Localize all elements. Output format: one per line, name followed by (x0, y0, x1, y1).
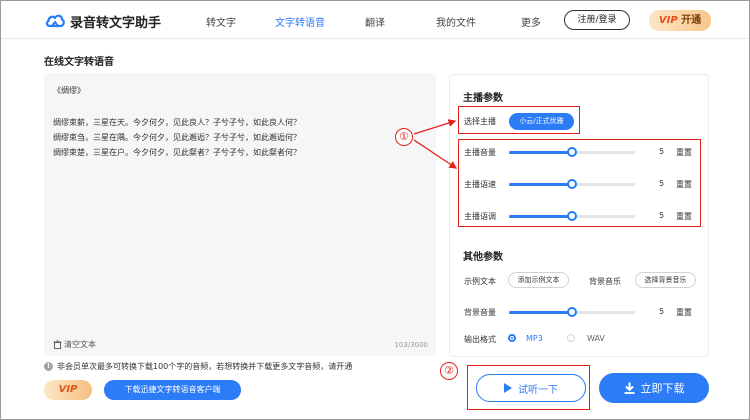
format-mp3-label[interactable]: MP3 (526, 334, 543, 343)
slider-fill (509, 311, 572, 314)
vip-badge-text: VIP (658, 15, 678, 26)
poem-line: 绸缪束薪，三星在天。今夕何夕，见此良人？子兮子兮，如此良人何？ (53, 118, 301, 127)
anchor-params-title: 主播参数 (463, 93, 503, 104)
annotation-number-two: ② (440, 362, 458, 380)
member-notice-text: 非会员单次最多可转换下载100个字的音频，若想转换并下载更多文字音频，请开通 (57, 362, 353, 371)
annotation-number-one: ① (395, 128, 413, 146)
format-mp3-radio[interactable] (508, 334, 516, 342)
select-bg-music-button[interactable]: 选择背景音乐 (635, 272, 696, 288)
download-now-label: 立即下载 (640, 382, 685, 395)
app-name: 录音转文字助手 (70, 16, 162, 31)
nav-item-text-to-speech[interactable]: 文字转语音 (275, 14, 325, 29)
format-wav-label[interactable]: WAV (587, 334, 605, 343)
nav-item-more[interactable]: 更多 (521, 14, 541, 29)
format-wav-radio[interactable] (567, 334, 575, 342)
annotation-box-anchor (458, 106, 580, 134)
page-title: 在线文字转语音 (44, 57, 114, 68)
download-icon (624, 382, 634, 394)
poem-title: 《绸缪》 (53, 86, 85, 95)
char-count: 103/3000 (394, 341, 428, 349)
clear-text-label: 清空文本 (64, 340, 96, 349)
nav-item-transcribe[interactable]: 转文字 (206, 14, 236, 29)
login-button[interactable]: 注册/登录 (564, 10, 630, 30)
nav-item-my-files[interactable]: 我的文件 (436, 14, 476, 29)
poem-line: 绸缪束刍，三星在隅。今夕何夕，见此邂逅？子兮子兮，如此邂逅何？ (53, 133, 301, 142)
text-input-area[interactable]: 《绸缪》 绸缪束薪，三星在天。今夕何夕，见此良人？子兮子兮，如此良人何？ 绸缪束… (44, 73, 436, 356)
output-format-label: 输出格式 (464, 335, 496, 344)
bg-volume-label: 背景音量 (464, 308, 496, 317)
sample-text-label: 示例文本 (464, 277, 496, 286)
vip-button[interactable]: VIP (44, 380, 92, 400)
annotation-box-preview (467, 365, 590, 410)
bg-volume-reset[interactable]: 重置 (676, 307, 692, 318)
clear-text-button[interactable]: 清空文本 (53, 339, 96, 350)
top-header: 录音转文字助手 转文字 文字转语音 翻译 我的文件 更多 注册/登录 VIP 开… (1, 1, 749, 39)
member-notice: ! 非会员单次最多可转换下载100个字的音频，若想转换并下载更多文字音频，请开通 (44, 361, 352, 372)
download-now-button[interactable]: 立即下载 (599, 373, 709, 403)
slider-handle[interactable] (567, 307, 577, 317)
info-icon: ! (44, 362, 53, 371)
vip-open-button[interactable]: VIP 开通 (649, 10, 711, 31)
nav-item-translate[interactable]: 翻译 (365, 14, 385, 29)
annotation-box-sliders (458, 139, 701, 227)
add-sample-text-button[interactable]: 添加示例文本 (508, 272, 569, 288)
bg-music-label: 背景音乐 (589, 277, 621, 286)
trash-icon (53, 340, 62, 349)
bg-volume-value: 5 (659, 307, 665, 316)
poem-line: 绸缪束楚，三星在户。今夕何夕，见此粲者？子兮子兮，如此粲者何？ (53, 148, 301, 157)
bg-volume-slider[interactable] (509, 307, 635, 317)
download-client-button[interactable]: 下载迅捷文字转语音客户端 (104, 380, 241, 400)
vip-open-label: 开通 (681, 15, 702, 26)
cloud-logo-icon (45, 14, 65, 28)
other-params-title: 其他参数 (463, 252, 503, 263)
